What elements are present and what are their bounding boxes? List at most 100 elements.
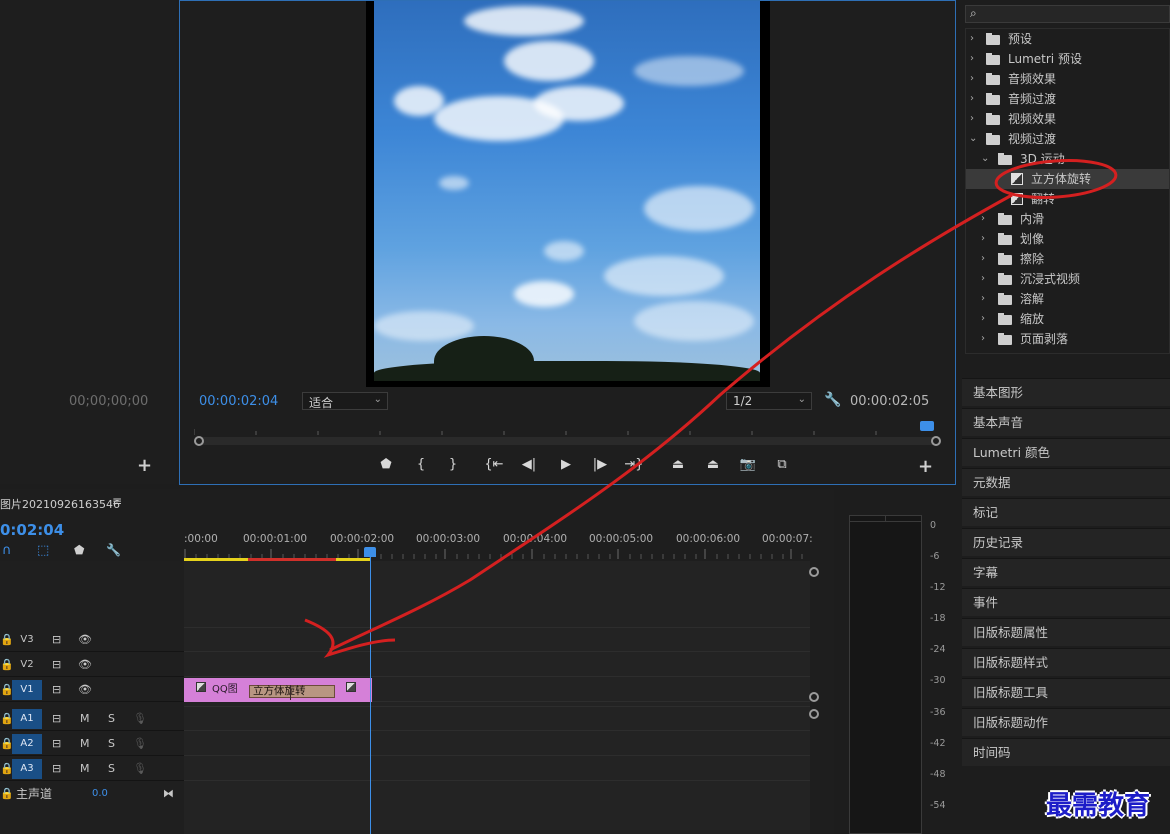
step-forward-icon[interactable]: |▶: [590, 457, 610, 472]
panel-essential-sound[interactable]: 基本声音: [962, 408, 1170, 436]
lock-icon[interactable]: 🔒: [0, 784, 14, 804]
mark-in-icon[interactable]: {: [411, 457, 431, 472]
tree-item-audio-transitions[interactable]: › 音频过渡: [966, 89, 1169, 109]
video-clip[interactable]: QQ图 立方体旋转: [184, 678, 372, 702]
export-frame-camera-icon[interactable]: 📷: [738, 457, 758, 472]
program-ruler[interactable]: [194, 427, 940, 435]
step-back-icon[interactable]: ◀|: [519, 457, 539, 472]
chevron-right-icon: ›: [970, 33, 974, 44]
tree-item-video-transitions[interactable]: ⌄ 视频过渡: [966, 129, 1169, 149]
lift-icon[interactable]: ⏏: [668, 457, 688, 472]
tree-item-wipe[interactable]: › 擦除: [966, 249, 1169, 269]
track-area[interactable]: QQ图 立方体旋转: [184, 561, 810, 834]
effects-search-input[interactable]: ⌕: [965, 5, 1170, 23]
scroll-handle-audio[interactable]: [809, 709, 819, 719]
sync-lock-icon[interactable]: ⊟: [52, 709, 61, 729]
transition-cube-spin[interactable]: 立方体旋转: [249, 685, 335, 698]
tree-item-video-effects[interactable]: › 视频效果: [966, 109, 1169, 129]
microphone-icon[interactable]: 🎙: [133, 759, 147, 779]
master-volume-value[interactable]: 0.0: [92, 784, 108, 804]
sync-lock-icon[interactable]: ⊟: [52, 734, 61, 754]
eye-icon[interactable]: 👁: [78, 655, 92, 675]
tree-item-iris[interactable]: › 划像: [966, 229, 1169, 249]
tree-item-flip-over[interactable]: 翻转: [966, 189, 1169, 209]
panel-lumetri-color[interactable]: Lumetri 颜色: [962, 438, 1170, 466]
panel-timecode[interactable]: 时间码: [962, 738, 1170, 766]
track-v2[interactable]: [184, 652, 810, 677]
add-marker-icon[interactable]: ⬟: [376, 457, 396, 472]
track-a1[interactable]: [184, 706, 810, 731]
tree-item-audio-effects[interactable]: › 音频效果: [966, 69, 1169, 89]
panel-captions[interactable]: 字幕: [962, 558, 1170, 586]
go-to-in-icon[interactable]: {⇤: [484, 457, 504, 472]
tree-item-lumetri-presets[interactable]: › Lumetri 预设: [966, 49, 1169, 69]
program-playhead-marker[interactable]: [920, 421, 934, 431]
go-to-end-icon[interactable]: ⧓: [163, 784, 174, 804]
tree-item-dissolve[interactable]: › 溶解: [966, 289, 1169, 309]
tree-item-immersive-video[interactable]: › 沉浸式视频: [966, 269, 1169, 289]
tree-item-slide[interactable]: › 内滑: [966, 209, 1169, 229]
linked-selection-icon[interactable]: ⬚: [37, 543, 49, 558]
scroll-handle-mid[interactable]: [809, 692, 819, 702]
effects-panel: ⌕ › 预设 › Lumetri 预设 › 音频效果 › 音频过渡 › 视频效果: [962, 0, 1170, 358]
source-timecode[interactable]: 00;00;00;00: [69, 394, 148, 409]
eye-icon[interactable]: 👁: [78, 630, 92, 650]
panel-history[interactable]: 历史记录: [962, 528, 1170, 556]
snap-magnet-icon[interactable]: ∩: [2, 543, 12, 558]
tree-item-presets[interactable]: › 预设: [966, 29, 1169, 49]
resolution-select[interactable]: 1/2 ⌄: [726, 392, 812, 410]
solo-button[interactable]: S: [108, 759, 115, 779]
track-a3[interactable]: [184, 756, 810, 781]
tree-item-page-peel[interactable]: › 页面剥落: [966, 329, 1169, 349]
wrench-icon[interactable]: 🔧: [824, 392, 841, 408]
extract-icon[interactable]: ⏏: [703, 457, 723, 472]
track-v3[interactable]: [184, 627, 810, 652]
scroll-handle-left[interactable]: [194, 436, 204, 446]
wrench-icon[interactable]: 🔧: [106, 543, 121, 557]
add-button-plus-icon[interactable]: +: [137, 457, 152, 475]
scroll-handle-right[interactable]: [931, 436, 941, 446]
tree-item-cube-spin[interactable]: 立方体旋转: [966, 169, 1169, 189]
panel-markers[interactable]: 标记: [962, 498, 1170, 526]
sync-lock-icon[interactable]: ⊟: [52, 630, 61, 650]
zoom-fit-select[interactable]: 适合 ⌄: [302, 392, 388, 410]
panel-menu-icon[interactable]: ≡: [112, 494, 122, 508]
comparison-view-icon[interactable]: ⧉: [772, 457, 792, 472]
sync-lock-icon[interactable]: ⊟: [52, 680, 61, 700]
go-to-out-icon[interactable]: ⇥}: [624, 457, 644, 472]
panel-legacy-title-actions[interactable]: 旧版标题动作: [962, 708, 1170, 736]
sequence-tab[interactable]: 图片20210926163546: [0, 496, 120, 512]
playhead-timecode[interactable]: 00:00:02:04: [199, 394, 278, 409]
timeline-ruler[interactable]: :00:00 00:00:01:00 00:00:02:00 00:00:03:…: [184, 529, 813, 561]
track-master[interactable]: [184, 781, 810, 806]
sync-lock-icon[interactable]: ⊟: [52, 655, 61, 675]
panel-legacy-title-styles[interactable]: 旧版标题样式: [962, 648, 1170, 676]
mute-button[interactable]: M: [80, 709, 90, 729]
solo-button[interactable]: S: [108, 734, 115, 754]
microphone-icon[interactable]: 🎙: [133, 709, 147, 729]
scroll-handle-top[interactable]: [809, 567, 819, 577]
panel-essential-graphics[interactable]: 基本图形: [962, 378, 1170, 406]
tree-item-3d-motion[interactable]: ⌄ 3D 运动: [966, 149, 1169, 169]
solo-button[interactable]: S: [108, 709, 115, 729]
playhead-line[interactable]: [370, 551, 371, 834]
microphone-icon[interactable]: 🎙: [133, 734, 147, 754]
timeline-timecode[interactable]: 0:02:04: [0, 521, 64, 539]
add-marker-icon[interactable]: ⬟: [74, 543, 84, 557]
sync-lock-icon[interactable]: ⊟: [52, 759, 61, 779]
eye-icon[interactable]: 👁: [78, 680, 92, 700]
panel-legacy-title-properties[interactable]: 旧版标题属性: [962, 618, 1170, 646]
panel-legacy-title-tools[interactable]: 旧版标题工具: [962, 678, 1170, 706]
folder-icon: [998, 213, 1012, 225]
play-icon[interactable]: ▶: [556, 457, 576, 472]
mark-out-icon[interactable]: }: [443, 457, 463, 472]
panel-events[interactable]: 事件: [962, 588, 1170, 616]
zoom-scrollbar[interactable]: [194, 437, 940, 445]
tree-item-zoom[interactable]: › 缩放: [966, 309, 1169, 329]
panel-metadata[interactable]: 元数据: [962, 468, 1170, 496]
mute-button[interactable]: M: [80, 734, 90, 754]
button-editor-plus-icon[interactable]: +: [918, 458, 933, 476]
sky-image: [374, 1, 760, 381]
mute-button[interactable]: M: [80, 759, 90, 779]
track-a2[interactable]: [184, 731, 810, 756]
